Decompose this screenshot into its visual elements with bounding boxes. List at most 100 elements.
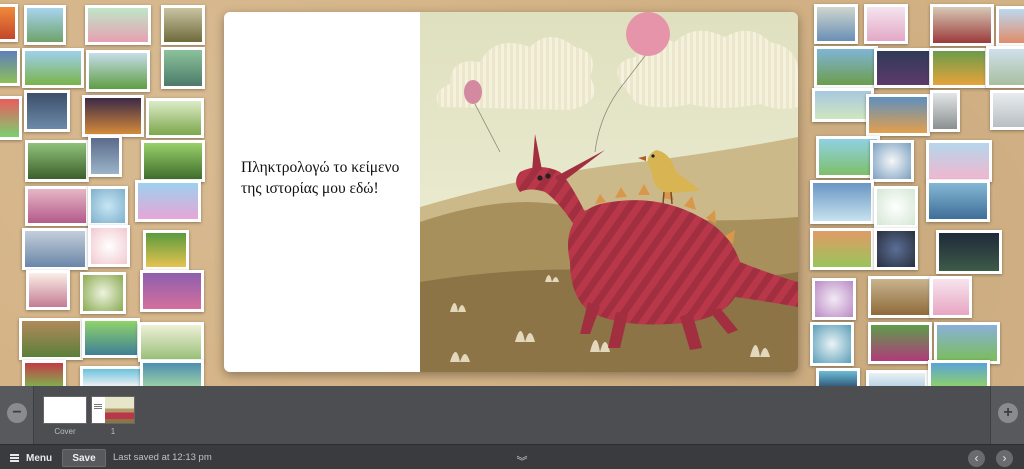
illustration-thumbnail[interactable] [930,90,960,132]
illustration-thumbnail[interactable] [88,186,128,226]
illustration-thumbnail[interactable] [82,95,144,137]
thumbnail-art [85,98,141,134]
illustration-thumbnail[interactable] [930,276,972,318]
thumbnail-art [25,51,81,85]
thumbnail-art [89,53,147,89]
next-page-icon[interactable]: › [996,450,1013,467]
illustration-thumbnail[interactable] [146,98,204,138]
thumbnail-art [138,183,198,219]
illustration-thumbnail[interactable] [19,318,83,360]
illustration-thumbnail[interactable] [161,5,205,45]
illustration-thumbnail[interactable] [0,48,20,86]
illustration-thumbnail[interactable] [810,228,874,270]
illustration-thumbnail[interactable] [812,278,856,320]
illustration-thumbnail[interactable] [866,370,928,386]
save-button[interactable]: Save [62,449,106,467]
illustration-thumbnail[interactable] [143,230,189,270]
thumbnail-art [999,9,1024,43]
page-thumbnail-image [92,397,134,423]
illustration-thumbnail[interactable] [816,368,860,386]
story-text[interactable]: Πληκτρολογώ το κείμενο της ιστορίας μου … [241,157,411,199]
thumbnail-art [877,189,915,225]
illustration-thumbnail[interactable] [138,322,204,362]
double-chevron-down-icon[interactable]: ︾ [514,457,530,469]
previous-page-icon[interactable]: ‹ [968,450,985,467]
illustration-thumbnail[interactable] [140,360,204,386]
illustration-page[interactable] [420,12,798,372]
last-saved-status: Last saved at 12:13 pm [113,452,212,463]
illustration-thumbnail[interactable] [814,4,858,44]
illustration-thumbnail[interactable] [990,90,1024,130]
illustration-thumbnail[interactable] [926,180,990,222]
illustration-thumbnail[interactable] [24,5,66,45]
illustration-thumbnail[interactable] [26,270,70,310]
illustration-thumbnail[interactable] [868,322,932,364]
illustration-thumbnail[interactable] [936,230,1002,274]
illustration-thumbnail[interactable] [810,322,854,366]
thumbnail-art [91,228,127,264]
illustration-thumbnail[interactable] [0,96,22,140]
thumbnail-art [867,7,905,41]
illustration-thumbnail[interactable] [22,360,66,386]
illustration-thumbnail[interactable] [930,4,994,46]
illustration-thumbnail[interactable] [868,276,932,318]
text-page[interactable]: Πληκτρολογώ το κείμενο της ιστορίας μου … [224,12,420,372]
illustration-thumbnail[interactable] [986,46,1024,88]
illustration-thumbnail[interactable] [22,228,88,270]
thumbnail-art [813,231,871,267]
illustration-thumbnail[interactable] [864,4,908,44]
illustration-thumbnail[interactable] [934,322,1000,364]
illustration-thumbnail[interactable] [874,186,918,228]
dragon-illustration [420,12,798,372]
thumbnail-art [873,143,911,179]
thumbnail-art [0,99,19,137]
thumbnail-art [88,8,148,42]
illustration-thumbnail[interactable] [85,5,151,45]
illustration-thumbnail[interactable] [928,360,990,386]
thumbnail-art [869,97,927,133]
illustration-thumbnail[interactable] [0,4,18,42]
illustration-thumbnail[interactable] [25,140,89,182]
thumbnail-art [817,49,875,85]
illustration-thumbnail[interactable] [812,88,874,122]
thumbnail-art [164,8,202,42]
illustration-thumbnail[interactable] [88,225,130,267]
illustration-thumbnail[interactable] [996,6,1024,46]
page-thumbnail-1[interactable]: 1 [92,397,134,436]
menu-button[interactable]: Menu [10,450,52,466]
hamburger-icon [10,454,19,462]
thumbnail-art [91,138,119,174]
page-thumbnail-cover[interactable]: Cover [44,397,86,436]
illustration-thumbnail[interactable] [140,270,204,312]
illustration-thumbnail[interactable] [874,48,932,88]
page-thumbnail-image [44,397,86,423]
illustration-thumbnail[interactable] [810,180,874,224]
illustration-thumbnail[interactable] [22,48,84,88]
thumbnail-art [143,273,201,309]
illustration-thumbnail[interactable] [86,50,150,92]
illustration-thumbnail[interactable] [870,140,914,182]
illustration-thumbnail[interactable] [930,48,988,88]
illustration-thumbnail[interactable] [88,135,122,177]
illustration-thumbnail[interactable] [866,94,930,136]
illustration-thumbnail[interactable] [814,46,878,88]
illustration-thumbnail[interactable] [874,228,918,270]
illustration-board: Πληκτρολογώ το κείμενο της ιστορίας μου … [0,0,1024,386]
illustration-thumbnail[interactable] [926,140,992,182]
thumbnail-art [27,8,63,42]
illustration-thumbnail[interactable] [80,366,144,386]
illustration-thumbnail[interactable] [25,186,89,226]
illustration-thumbnail[interactable] [161,47,205,89]
illustration-thumbnail[interactable] [24,90,70,132]
thumbnail-art [819,371,857,386]
thumbnail-art [28,189,86,223]
illustration-thumbnail[interactable] [82,318,140,358]
illustration-thumbnail[interactable] [80,272,126,314]
thumbnail-art [813,183,871,221]
thumbnail-art [83,369,141,386]
illustration-thumbnail[interactable] [141,140,205,182]
minus-icon[interactable]: − [7,403,27,423]
plus-icon[interactable]: + [998,403,1018,423]
illustration-thumbnail[interactable] [135,180,201,222]
thumbnail-art [929,183,987,219]
